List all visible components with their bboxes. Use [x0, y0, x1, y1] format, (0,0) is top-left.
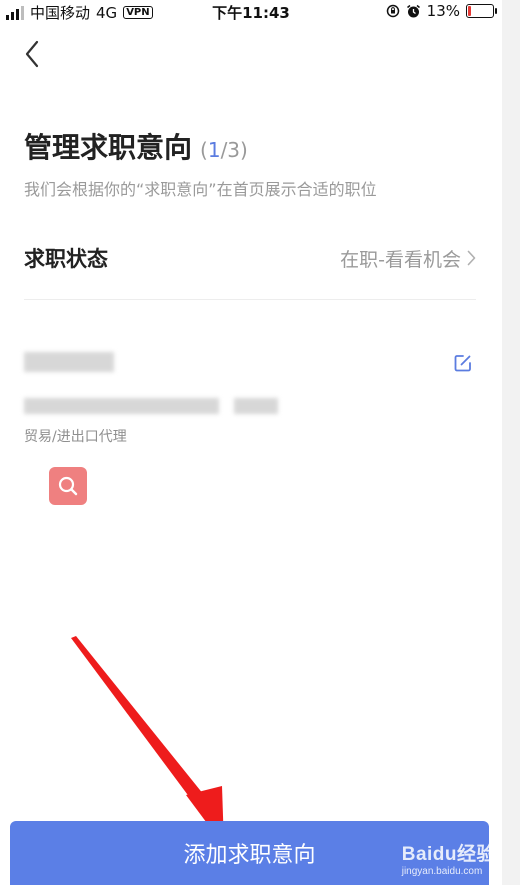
section-divider — [24, 299, 476, 300]
baidu-watermark: Baidu经验 jingyan.baidu.com — [402, 839, 496, 877]
job-status-label: 求职状态 — [24, 247, 108, 271]
blurred-salary-location — [24, 398, 219, 414]
add-intention-label: 添加求职意向 — [183, 843, 316, 868]
edit-icon — [454, 355, 471, 372]
screen-edge-gutter — [502, 0, 520, 885]
battery-fill — [468, 6, 471, 16]
watermark-site: jingyan.baidu.com — [401, 866, 483, 877]
battery-icon — [466, 4, 497, 18]
battery-percent: 13% — [426, 2, 460, 20]
blurred-extra-info — [234, 398, 278, 414]
chevron-left-icon — [25, 40, 39, 68]
edit-intention-button[interactable] — [452, 352, 474, 374]
page-title: 管理求职意向 — [24, 131, 193, 164]
job-status-row[interactable]: 求职状态 在职-看看机会 — [24, 236, 476, 280]
job-status-value: 在职-看看机会 — [340, 248, 461, 271]
intention-card[interactable]: 贸易/进出口代理 — [24, 340, 476, 520]
blurred-position-title — [24, 352, 114, 372]
count-current: 1 — [207, 138, 221, 162]
intention-count: (1/3) — [200, 138, 248, 162]
status-bar: 中国移动 4G VPN 下午11:43 13% — [0, 0, 502, 24]
page-subtitle: 我们会根据你的“求职意向”在首页展示合适的职位 — [24, 180, 377, 199]
search-icon — [58, 476, 78, 496]
watermark-brand: Baidu经验 — [401, 844, 496, 865]
back-button[interactable] — [14, 36, 50, 72]
count-total: /3) — [220, 138, 248, 162]
count-open: ( — [200, 138, 208, 162]
chevron-right-icon — [467, 250, 476, 266]
industry-tag — [49, 467, 87, 505]
orientation-lock-icon — [386, 4, 399, 18]
industry-text: 贸易/进出口代理 — [24, 429, 127, 445]
job-status-value-wrap: 在职-看看机会 — [340, 245, 476, 272]
alarm-icon — [406, 4, 420, 17]
status-right: 13% — [386, 2, 497, 20]
page-header: 管理求职意向 (1/3) — [24, 126, 248, 166]
